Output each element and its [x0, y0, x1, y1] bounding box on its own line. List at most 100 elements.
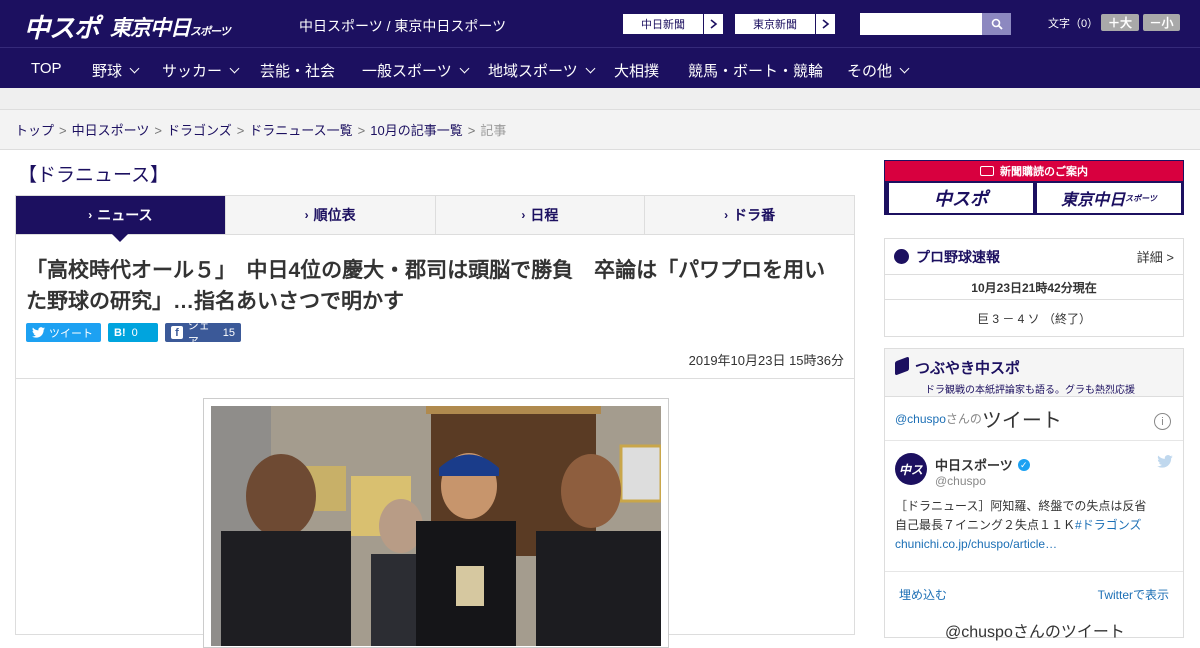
- tweet-author-name[interactable]: 中日スポーツ ✓: [935, 455, 1030, 474]
- score-line[interactable]: 巨 3 － 4 ソ （終了）: [885, 300, 1183, 336]
- nav-item-soccer[interactable]: サッカー: [162, 60, 240, 81]
- hatena-icon: B!: [114, 326, 126, 339]
- promo-chuspo-logo[interactable]: 中スポ: [889, 183, 1033, 213]
- nav-item-other[interactable]: その他: [847, 60, 910, 81]
- twitter-widget-subtitle: ドラ観戦の本紙評論家も語る。グラも熱烈応援: [925, 385, 1135, 396]
- main-nav: TOP 野球 サッカー 芸能・社会 一般スポーツ 地域スポーツ 大相撲 競馬・ボ…: [0, 48, 1200, 88]
- nav-item-baseball[interactable]: 野球: [92, 60, 140, 81]
- timeline-user-link[interactable]: @chuspo: [895, 412, 946, 426]
- embed-link[interactable]: 埋め込む: [899, 586, 947, 603]
- nav-item-racing[interactable]: 競馬・ボート・競輪: [688, 60, 823, 81]
- scores-title: プロ野球速報: [916, 248, 1000, 265]
- nav-item-entertainment[interactable]: 芸能・社会: [260, 60, 335, 81]
- nav-item-local-sports[interactable]: 地域スポーツ: [488, 60, 596, 81]
- pro-baseball-scores: プロ野球速報 詳細 > 10月23日21時42分現在 巨 3 － 4 ソ （終了…: [884, 238, 1184, 337]
- breadcrumb-separator: >: [236, 123, 245, 138]
- twitter-widget-title: つぶやき中スポ: [895, 356, 1173, 378]
- hatena-count: 0: [131, 326, 138, 339]
- tweet-text: ［ドラニュース］阿知羅、終盤での失点は反省 自己最長７イニング２失点１１Ｋ#ドラ…: [895, 497, 1170, 554]
- hatena-bookmark-button[interactable]: B! 0: [108, 323, 158, 342]
- nav-label: 大相撲: [614, 63, 660, 80]
- timeline-footer: 埋め込む Twitterで表示: [885, 571, 1183, 617]
- chevron-right-icon: ›: [521, 208, 526, 222]
- breadcrumb: トップ > 中日スポーツ > ドラゴンズ > ドラニュース一覧 >10月の記事一覧 > 記事: [0, 110, 1200, 150]
- share-count: 15: [222, 326, 235, 339]
- tab-news[interactable]: › ニュース: [16, 196, 226, 242]
- photo-drawing: [211, 406, 661, 646]
- megaphone-icon: [895, 356, 909, 376]
- breadcrumb-item[interactable]: 中日スポーツ: [72, 123, 150, 138]
- chevron-right-icon: [815, 14, 835, 34]
- search-icon: [991, 18, 1003, 30]
- tweet-label: ツイート: [49, 327, 93, 340]
- breadcrumb-current: 記事: [480, 123, 507, 138]
- nav-label: 競馬・ボート・競輪: [688, 63, 824, 80]
- breadcrumb-separator: >: [467, 123, 476, 138]
- breadcrumb-separator: >: [357, 123, 366, 138]
- avatar[interactable]: 中ス: [895, 453, 927, 485]
- chevron-down-icon: [129, 63, 140, 74]
- chunichi-shimbun-link[interactable]: 中日新聞: [622, 13, 724, 35]
- more-tweets-title: @chuspoさんのツイート: [945, 624, 1125, 641]
- tokyo-shimbun-link[interactable]: 東京新聞: [734, 13, 836, 35]
- tab-reporters[interactable]: › ドラ番: [645, 196, 854, 234]
- subscription-promo[interactable]: 新聞購読のご案内 中スポ 東京中日 スポーツ: [884, 160, 1184, 215]
- tweet-button[interactable]: ツイート: [26, 323, 101, 342]
- newspaper-icon: [980, 166, 994, 176]
- breadcrumb-separator: >: [154, 123, 162, 138]
- twitter-widget: つぶやき中スポ ドラ観戦の本紙評論家も語る。グラも熱烈応援 @chuspo さんの…: [884, 348, 1184, 641]
- chevron-down-icon: [459, 63, 470, 74]
- promo-tokyo-sub: スポーツ: [1125, 193, 1157, 203]
- breadcrumb-item[interactable]: 10月の記事一覧: [370, 123, 462, 138]
- breadcrumb-item[interactable]: ドラニュース一覧: [249, 123, 352, 138]
- divider: [16, 378, 854, 379]
- timeline-tweets-label: ツイート: [981, 410, 1062, 432]
- nav-item-sumo[interactable]: 大相撲: [614, 60, 659, 81]
- font-smaller-button[interactable]: －小: [1143, 14, 1180, 31]
- section-title: 【ドラニュース】: [18, 165, 170, 186]
- article-photo[interactable]: [211, 406, 661, 646]
- tokyo-shimbun-label: 東京新聞: [753, 19, 797, 31]
- tweet-author-handle[interactable]: @chuspo: [935, 474, 986, 488]
- article-body: 「高校時代オール５」 中日4位の慶大・郡司は頭脳で勝負 卒論は「パワプロを用いた…: [15, 235, 855, 648]
- share-label: シェア: [187, 319, 210, 348]
- nav-item-top[interactable]: TOP: [31, 60, 62, 77]
- chevron-right-icon: ›: [88, 208, 93, 222]
- breadcrumb-separator: >: [59, 123, 67, 138]
- nav-label: 芸能・社会: [260, 63, 336, 80]
- article-headline: 「高校時代オール５」 中日4位の慶大・郡司は頭脳で勝負 卒論は「パワプロを用いた…: [26, 259, 826, 313]
- nav-label: 野球: [92, 63, 123, 80]
- tab-label: ニュース: [97, 207, 153, 223]
- promo-tokyo-main: 東京中日: [1061, 190, 1126, 209]
- verified-icon: ✓: [1017, 458, 1030, 471]
- breadcrumb-item[interactable]: ドラゴンズ: [167, 123, 232, 138]
- nav-label: 一般スポーツ: [362, 63, 452, 80]
- chunichi-shimbun-label: 中日新聞: [641, 19, 685, 31]
- twitter-bird-icon[interactable]: [1157, 455, 1173, 472]
- font-bigger-button[interactable]: ＋大: [1101, 14, 1139, 31]
- breadcrumb-item[interactable]: トップ: [15, 123, 54, 138]
- section-tabs: › ニュース › 順位表 › 日程 › ドラ番: [15, 195, 855, 242]
- search-input[interactable]: [860, 13, 982, 35]
- tokyo-chunichi-logo[interactable]: 東京中日スポーツ: [110, 12, 231, 42]
- timeline-san: さんの: [945, 412, 982, 426]
- chuspo-logo[interactable]: 中スポ: [24, 8, 100, 45]
- article-date: 2019年10月23日 15時36分: [688, 353, 844, 368]
- tokyo-logo-main: 東京中日: [110, 16, 191, 40]
- promo-title: 新聞購読のご案内: [885, 161, 1183, 181]
- nav-item-general-sports[interactable]: 一般スポーツ: [362, 60, 470, 81]
- tab-standings[interactable]: › 順位表: [226, 196, 436, 234]
- site-name[interactable]: 中日スポーツ / 東京中日スポーツ: [299, 16, 506, 36]
- twitter-bird-icon: [32, 327, 45, 338]
- info-icon[interactable]: i: [1154, 413, 1171, 430]
- facebook-share-button[interactable]: f シェア 15: [165, 320, 241, 348]
- search-button[interactable]: [982, 13, 1011, 35]
- nav-label: TOP: [31, 60, 62, 77]
- chevron-down-icon: [585, 63, 596, 74]
- tab-schedule[interactable]: › 日程: [436, 196, 646, 234]
- scores-detail-link[interactable]: 詳細 >: [1137, 247, 1174, 266]
- view-on-twitter-link[interactable]: Twitterで表示: [1098, 586, 1169, 603]
- chevron-down-icon: [899, 63, 910, 74]
- promo-tokyo-logo[interactable]: 東京中日 スポーツ: [1037, 183, 1181, 213]
- scores-timestamp: 10月23日21時42分現在: [885, 275, 1183, 300]
